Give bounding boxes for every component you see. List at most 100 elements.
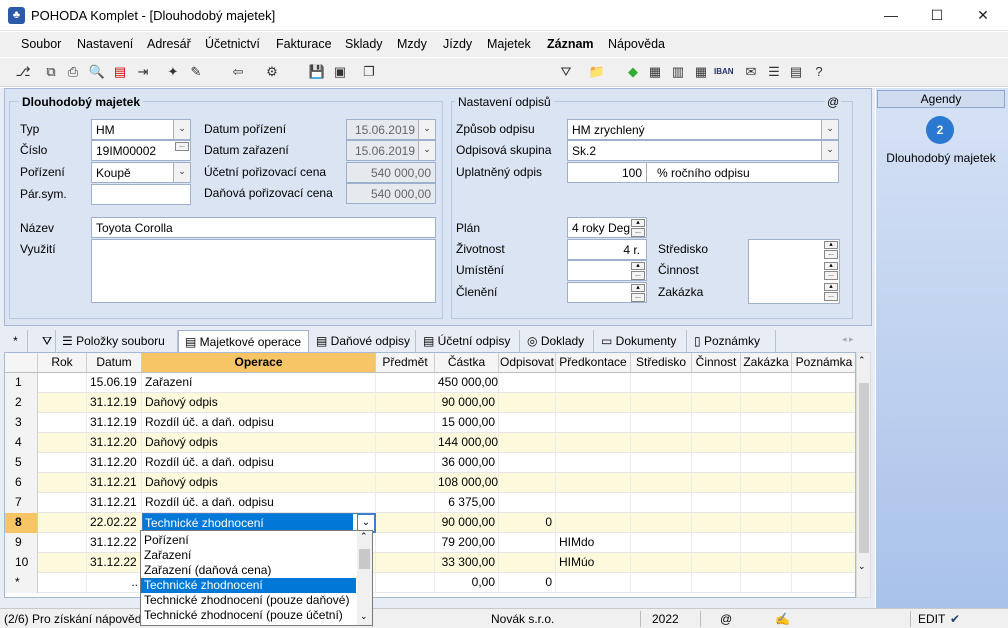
maximize-button[interactable]: ☐ — [914, 0, 960, 31]
col-rok[interactable]: Rok — [38, 353, 87, 373]
save-all-icon[interactable]: ▣ — [331, 63, 349, 81]
chevron-down-icon[interactable]: ⌄ — [418, 141, 435, 160]
cell-castka[interactable]: 144 000,00 — [435, 433, 499, 453]
cell-predkontace[interactable] — [556, 373, 631, 393]
cell-stredisko[interactable] — [631, 513, 692, 533]
cell-stredisko[interactable] — [631, 533, 692, 553]
folder-icon[interactable]: 📁 — [588, 63, 606, 81]
cell-datum[interactable]: 31.12.22 — [87, 553, 142, 573]
cell-datum[interactable]: 31.12.19 — [87, 413, 142, 433]
spin-up-icon[interactable]: ▴ — [824, 262, 838, 270]
cell-predkontace[interactable] — [556, 453, 631, 473]
spin-up-icon[interactable]: ▴ — [631, 262, 645, 270]
at-icon[interactable]: @ — [825, 95, 842, 109]
zivotnost-field[interactable]: 4 r. — [567, 239, 647, 260]
menu-ucetnictvi[interactable]: Účetnictví — [205, 37, 260, 51]
chevron-down-icon[interactable]: ⌄ — [173, 163, 190, 182]
cell-zakazka[interactable] — [741, 433, 792, 453]
table-row[interactable]: 10 31.12.22 33 300,00 HIMúo — [5, 553, 855, 573]
cell-predkontace[interactable] — [556, 493, 631, 513]
dropdown-option[interactable]: Pořízení — [141, 533, 356, 548]
tab-poznamky[interactable]: ▯ Poznámky — [688, 330, 776, 352]
tab-dokumenty[interactable]: ▭ Dokumenty — [595, 330, 687, 352]
status-at[interactable]: @ — [720, 612, 732, 626]
spin-up-icon[interactable]: ▴ — [824, 283, 838, 291]
record-icon[interactable]: ⎇ — [14, 63, 32, 81]
cell-rok[interactable] — [38, 573, 87, 593]
cell-datum[interactable]: 31.12.20 — [87, 453, 142, 473]
more-icon[interactable]: ... — [824, 271, 838, 280]
chevron-down-icon[interactable]: ⌄ — [821, 120, 838, 139]
typ-select[interactable]: HM ⌄ — [91, 119, 191, 140]
cell-datum[interactable]: 31.12.21 — [87, 473, 142, 493]
preview-icon[interactable]: 🔍 — [88, 63, 106, 81]
cell-poznamka[interactable] — [792, 493, 855, 513]
edit-icon[interactable]: ✎ — [187, 63, 205, 81]
more-icon[interactable]: ... — [175, 142, 189, 151]
cell-poznamka[interactable] — [792, 513, 855, 533]
cell-rok[interactable] — [38, 473, 87, 493]
operace-dropdown-list[interactable]: Pořízení Zařazení Zařazení (daňová cena)… — [140, 530, 373, 626]
cell-rok[interactable] — [38, 413, 87, 433]
cell-stredisko[interactable] — [631, 433, 692, 453]
cell-zakazka[interactable] — [741, 553, 792, 573]
menu-sklady[interactable]: Sklady — [345, 37, 383, 51]
back-icon[interactable]: ⇦ — [229, 63, 247, 81]
cell-predkontace[interactable] — [556, 393, 631, 413]
cell-poznamka[interactable] — [792, 413, 855, 433]
spin-up-icon[interactable]: ▴ — [824, 241, 838, 249]
cell-predmet[interactable] — [376, 573, 435, 593]
menu-soubor[interactable]: Soubor — [21, 37, 61, 51]
grid-scrollbar[interactable]: ⌃ ⌄ — [856, 352, 871, 598]
cell-cinnost[interactable] — [692, 453, 741, 473]
dropdown-option[interactable]: Zařazení — [141, 548, 356, 563]
tab-majetkove-operace[interactable]: ▤ Majetkové operace — [178, 330, 309, 352]
cell-poznamka[interactable] — [792, 553, 855, 573]
cell-cinnost[interactable] — [692, 533, 741, 553]
scroll-down-icon[interactable]: ⌄ — [360, 611, 368, 622]
col-cinnost[interactable]: Činnost — [692, 353, 741, 373]
tab-scroll-arrows[interactable]: ◂ ▸ — [842, 334, 854, 345]
stredisko-field[interactable]: ▴ ... ▴ ... ▴ ... — [748, 239, 840, 304]
cell-odpisovat[interactable] — [499, 473, 556, 493]
cell-castka[interactable]: 36 000,00 — [435, 453, 499, 473]
row-number[interactable]: * — [5, 573, 38, 593]
cell-rok[interactable] — [38, 533, 87, 553]
row-number[interactable]: 1 — [5, 373, 38, 393]
cell-predmet[interactable] — [376, 433, 435, 453]
cell-rok[interactable] — [38, 373, 87, 393]
cell-poznamka[interactable] — [792, 373, 855, 393]
col-stredisko[interactable]: Středisko — [631, 353, 692, 373]
scroll-up-icon[interactable]: ⌃ — [858, 355, 866, 366]
save-icon[interactable]: 💾 — [308, 63, 326, 81]
col-poznamka[interactable]: Poznámka — [792, 353, 855, 373]
cell-predmet[interactable] — [376, 553, 435, 573]
cell-cinnost[interactable] — [692, 393, 741, 413]
col-zakazka[interactable]: Zakázka — [741, 353, 792, 373]
cell-poznamka[interactable] — [792, 453, 855, 473]
col-predkontace[interactable]: Předkontace — [556, 353, 631, 373]
zpusob-select[interactable]: HM zrychlený ⌄ — [567, 119, 839, 140]
cell-stredisko[interactable] — [631, 493, 692, 513]
cell-stredisko[interactable] — [631, 473, 692, 493]
filter-icon[interactable]: ⛛ — [36, 330, 56, 352]
cell-castka[interactable]: 450 000,00 — [435, 373, 499, 393]
dlouhodoby-majetek-icon[interactable]: 2 — [926, 116, 954, 144]
table-icon[interactable]: ▦ — [646, 63, 664, 81]
cell-predkontace[interactable] — [556, 513, 631, 533]
cell-predmet[interactable] — [376, 413, 435, 433]
check-icon[interactable]: ✔ — [950, 612, 960, 626]
row-number[interactable]: 7 — [5, 493, 38, 513]
table-row[interactable]: 2 31.12.19 Daňový odpis 90 000,00 — [5, 393, 855, 413]
cell-predmet[interactable] — [376, 493, 435, 513]
row-number[interactable]: 6 — [5, 473, 38, 493]
cell-odpisovat[interactable] — [499, 413, 556, 433]
dropdown-option[interactable]: Zařazení (daňová cena) — [141, 563, 356, 578]
cell-zakazka[interactable] — [741, 493, 792, 513]
minimize-button[interactable]: — — [868, 0, 914, 31]
cell-zakazka[interactable] — [741, 513, 792, 533]
cell-rok[interactable] — [38, 513, 87, 533]
cell-datum[interactable]: 22.02.22 — [87, 513, 142, 533]
cell-predkontace[interactable] — [556, 413, 631, 433]
row-number[interactable]: 4 — [5, 433, 38, 453]
